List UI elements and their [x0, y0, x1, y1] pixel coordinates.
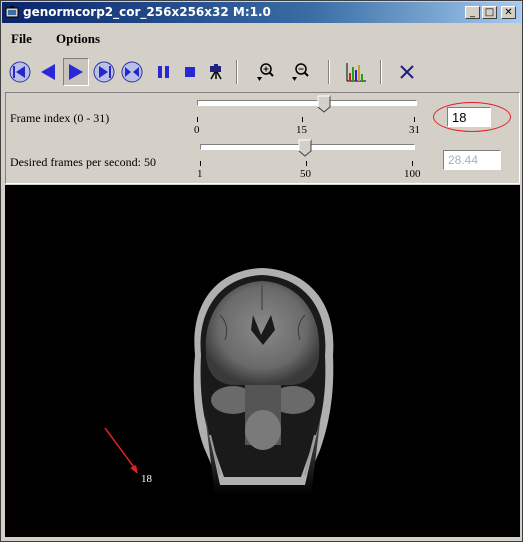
play-backward-icon	[41, 64, 55, 80]
close-window-button[interactable]: ✕	[501, 6, 516, 19]
frame-tick-label-max: 31	[409, 124, 420, 136]
frame-tick	[302, 117, 303, 122]
zoom-out-icon	[292, 63, 309, 81]
app-window: genormcorp2_cor_256x256x32 M:1.0 _ □ ✕ F…	[0, 0, 523, 542]
fps-tick-label-max: 100	[404, 168, 421, 180]
annotation-ellipse	[433, 102, 511, 132]
close-button[interactable]	[394, 58, 420, 86]
loop-forward-icon	[93, 61, 115, 83]
app-icon	[5, 6, 19, 18]
mri-coronal-slice-image	[104, 268, 334, 495]
play-forward-icon	[69, 64, 83, 80]
menu-bar: File Options	[2, 24, 521, 52]
frame-tick-label-min: 0	[194, 124, 200, 136]
toolbar	[5, 56, 520, 92]
histogram-icon	[346, 63, 366, 82]
stop-button[interactable]	[177, 58, 203, 86]
fps-slider-thumb[interactable]	[298, 139, 312, 157]
first-frame-button[interactable]	[7, 58, 33, 86]
frame-number-overlay: 18	[141, 473, 152, 485]
play-bounce-button[interactable]	[119, 58, 145, 86]
zoom-in-button[interactable]	[252, 58, 278, 86]
toolbar-separator	[380, 60, 382, 84]
rewind-to-start-icon	[9, 61, 31, 83]
frame-index-label: Frame index (0 - 31)	[10, 111, 110, 125]
step-back-button[interactable]	[35, 58, 61, 86]
fps-tick	[200, 161, 201, 166]
camera-icon	[210, 64, 222, 80]
frame-slider-track[interactable]	[197, 100, 417, 106]
pause-button[interactable]	[151, 58, 177, 86]
frame-tick	[197, 117, 198, 122]
fps-tick-label-min: 1	[197, 168, 203, 180]
fps-label: Desired frames per second: 50	[10, 155, 156, 169]
annotation-arrow	[104, 427, 137, 471]
toolbar-separator	[236, 60, 238, 84]
menu-options[interactable]: Options	[56, 31, 100, 47]
fps-tick	[412, 161, 413, 166]
actual-fps-field: 28.44	[443, 150, 501, 170]
fps-tick	[306, 161, 307, 166]
play-forward-button[interactable]	[63, 58, 89, 86]
zoom-out-button[interactable]	[287, 58, 313, 86]
frame-tick	[414, 117, 415, 122]
window-title: genormcorp2_cor_256x256x32 M:1.0	[23, 5, 271, 19]
fps-tick-label-mid: 50	[300, 168, 311, 180]
frame-slider-thumb[interactable]	[317, 95, 331, 113]
zoom-in-icon	[257, 63, 274, 81]
maximize-button[interactable]: □	[482, 6, 497, 19]
play-loop-button[interactable]	[91, 58, 117, 86]
close-icon	[400, 65, 414, 79]
title-bar[interactable]: genormcorp2_cor_256x256x32 M:1.0 _ □ ✕	[2, 2, 521, 23]
minimize-button[interactable]: _	[465, 6, 480, 19]
menu-file[interactable]: File	[11, 31, 32, 47]
toolbar-separator	[328, 60, 330, 84]
histogram-button[interactable]	[343, 58, 369, 86]
bounce-icon	[121, 61, 143, 83]
stop-icon	[185, 67, 195, 77]
pause-icon	[158, 66, 169, 78]
image-viewer[interactable]: 18	[5, 185, 520, 537]
frame-tick-label-mid: 15	[296, 124, 307, 136]
record-button[interactable]	[203, 58, 229, 86]
